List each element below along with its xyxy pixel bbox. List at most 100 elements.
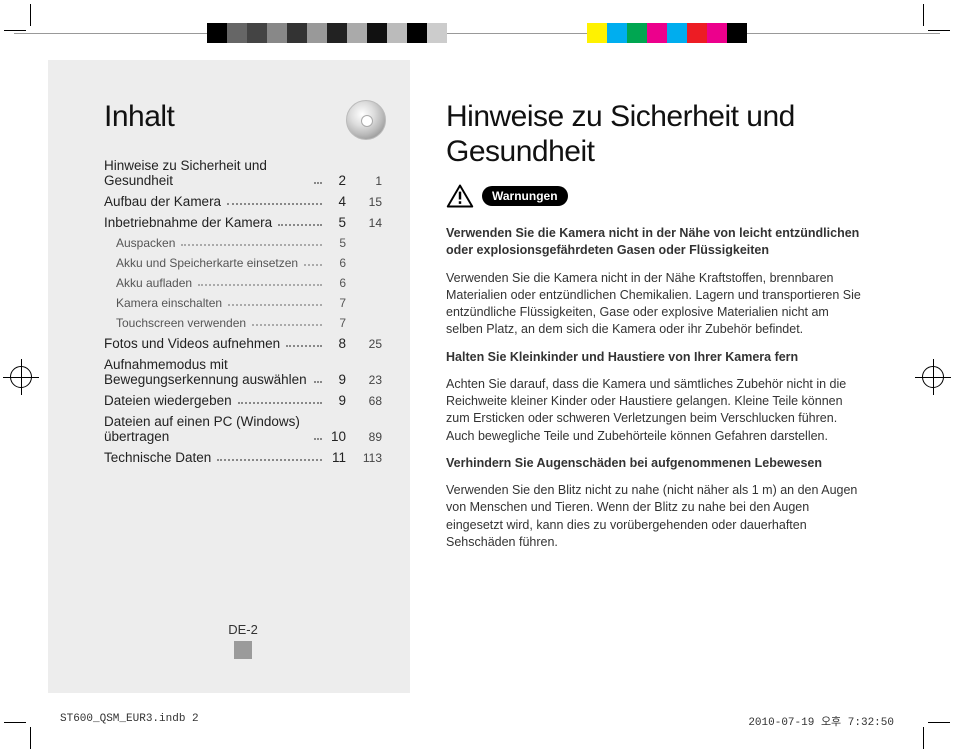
toc-row: Dateien wiedergeben 9 68	[104, 393, 382, 408]
toc-leader-dots	[252, 324, 322, 326]
section-title: Hinweise zu Sicherheit und Gesundheit	[446, 100, 866, 169]
toc-label: Aufbau der Kamera	[104, 194, 221, 209]
toc-label: Akku aufladen	[116, 276, 192, 290]
toc-ext-page: 68	[352, 394, 382, 408]
toc-row: Hinweise zu Sicherheit und Gesundheit 21	[104, 158, 382, 188]
warning-label: Warnungen	[482, 186, 568, 206]
crosshair-icon	[10, 366, 32, 388]
toc-page: 6	[328, 276, 346, 290]
toc-row: Dateien auf einen PC (Windows) übertrage…	[104, 414, 382, 444]
color-swatch	[607, 23, 627, 43]
toc-page: 5	[328, 236, 346, 250]
toc-page: 6	[328, 256, 346, 270]
page-tab-mark	[234, 641, 252, 659]
color-swatch	[207, 23, 227, 43]
toc-label: Dateien auf einen PC (Windows) übertrage…	[104, 414, 308, 444]
toc-page: 7	[328, 296, 346, 310]
warning-paragraph: Achten Sie darauf, dass die Kamera und s…	[446, 376, 866, 445]
body-text: Verwenden Sie die Kamera nicht in der Nä…	[446, 225, 866, 551]
color-swatch	[687, 23, 707, 43]
toc-leader-dots	[286, 345, 322, 347]
toc-page: 5	[328, 215, 346, 230]
crop-mark	[920, 719, 950, 749]
toc-leader-dots	[217, 459, 322, 461]
toc-ext-page: 1	[352, 174, 382, 188]
warning-heading: Verwenden Sie die Kamera nicht in der Nä…	[446, 225, 866, 260]
toc-leader-dots	[227, 203, 322, 205]
color-swatch	[407, 23, 427, 43]
toc-label: Touchscreen verwenden	[116, 316, 246, 330]
color-swatch	[627, 23, 647, 43]
toc-page: 9	[328, 393, 346, 408]
crop-mark	[4, 4, 34, 34]
toc-label: Technische Daten	[104, 450, 211, 465]
toc-column: Inhalt Hinweise zu Sicherheit und Gesund…	[48, 60, 410, 693]
toc-title: Inhalt	[104, 100, 382, 134]
crosshair-icon	[922, 366, 944, 388]
color-swatch	[307, 23, 327, 43]
toc-row: Aufbau der Kamera415	[104, 194, 382, 209]
toc-leader-dots	[198, 284, 322, 286]
toc-page: 8	[328, 336, 346, 351]
toc-ext-page: 113	[352, 451, 382, 465]
toc-label: Dateien wiedergeben	[104, 393, 232, 408]
toc-page: 2	[328, 173, 346, 188]
color-swatch	[667, 23, 687, 43]
color-swatch	[727, 23, 747, 43]
toc-page: 7	[328, 316, 346, 330]
toc-label: Akku und Speicherkarte einsetzen	[116, 256, 298, 270]
toc-row: Kamera einschalten 7	[104, 296, 382, 310]
toc-leader-dots	[314, 381, 322, 383]
page-number-label: DE-2	[228, 622, 258, 637]
toc-row: Auspacken 5	[104, 236, 382, 250]
toc-label: Kamera einschalten	[116, 296, 222, 310]
color-swatch	[287, 23, 307, 43]
toc-leader-dots	[181, 244, 322, 246]
toc-leader-dots	[228, 304, 322, 306]
warning-paragraph: Verwenden Sie den Blitz nicht zu nahe (n…	[446, 482, 866, 551]
toc-ext-page: 14	[352, 216, 382, 230]
color-swatch	[587, 23, 607, 43]
toc-leader-dots	[314, 182, 322, 184]
warning-paragraph: Verwenden Sie die Kamera nicht in der Nä…	[446, 270, 866, 339]
toc-row: Inbetriebnahme der Kamera 5 14	[104, 215, 382, 230]
toc-label: Hinweise zu Sicherheit und Gesundheit	[104, 158, 308, 188]
print-registration-bar	[0, 20, 954, 46]
color-swatch	[227, 23, 247, 43]
toc-leader-dots	[314, 438, 322, 440]
toc-row: Akku aufladen 6	[104, 276, 382, 290]
color-swatch	[347, 23, 367, 43]
toc-leader-dots	[238, 402, 322, 404]
toc-label: Aufnahmemodus mit Bewegungserkennung aus…	[104, 357, 308, 387]
footer-timestamp: 2010-07-19 오후 7:32:50	[748, 713, 894, 729]
page-content: Inhalt Hinweise zu Sicherheit und Gesund…	[48, 60, 906, 693]
toc-label: Fotos und Videos aufnehmen	[104, 336, 280, 351]
color-swatch	[427, 23, 447, 43]
warning-heading: Halten Sie Kleinkinder und Haustiere von…	[446, 349, 866, 366]
color-swatch	[267, 23, 287, 43]
toc-row: Touchscreen verwenden 7	[104, 316, 382, 330]
toc-row: Aufnahmemodus mit Bewegungserkennung aus…	[104, 357, 382, 387]
color-swatch	[647, 23, 667, 43]
page-number: DE-2	[104, 622, 382, 665]
warning-triangle-icon	[446, 183, 474, 209]
warning-header: Warnungen	[446, 183, 866, 209]
toc-label: Inbetriebnahme der Kamera	[104, 215, 272, 230]
crop-mark	[4, 719, 34, 749]
toc-ext-page: 23	[352, 373, 382, 387]
toc-page: 4	[328, 194, 346, 209]
toc-ext-page: 89	[352, 430, 382, 444]
toc-row: Akku und Speicherkarte einsetzen 6	[104, 256, 382, 270]
toc-leader-dots	[278, 224, 322, 226]
print-footer: ST600_QSM_EUR3.indb 2 2010-07-19 오후 7:32…	[60, 713, 894, 729]
toc-page: 11	[328, 450, 346, 465]
color-swatch	[367, 23, 387, 43]
toc-label: Auspacken	[116, 236, 175, 250]
color-swatch	[247, 23, 267, 43]
toc-ext-page: 25	[352, 337, 382, 351]
crop-mark	[920, 4, 950, 34]
toc-list: Hinweise zu Sicherheit und Gesundheit 21 A…	[104, 158, 382, 471]
content-column: Hinweise zu Sicherheit und Gesundheit Wa…	[446, 60, 906, 693]
cd-icon	[346, 100, 386, 140]
toc-page: 9	[328, 372, 346, 387]
